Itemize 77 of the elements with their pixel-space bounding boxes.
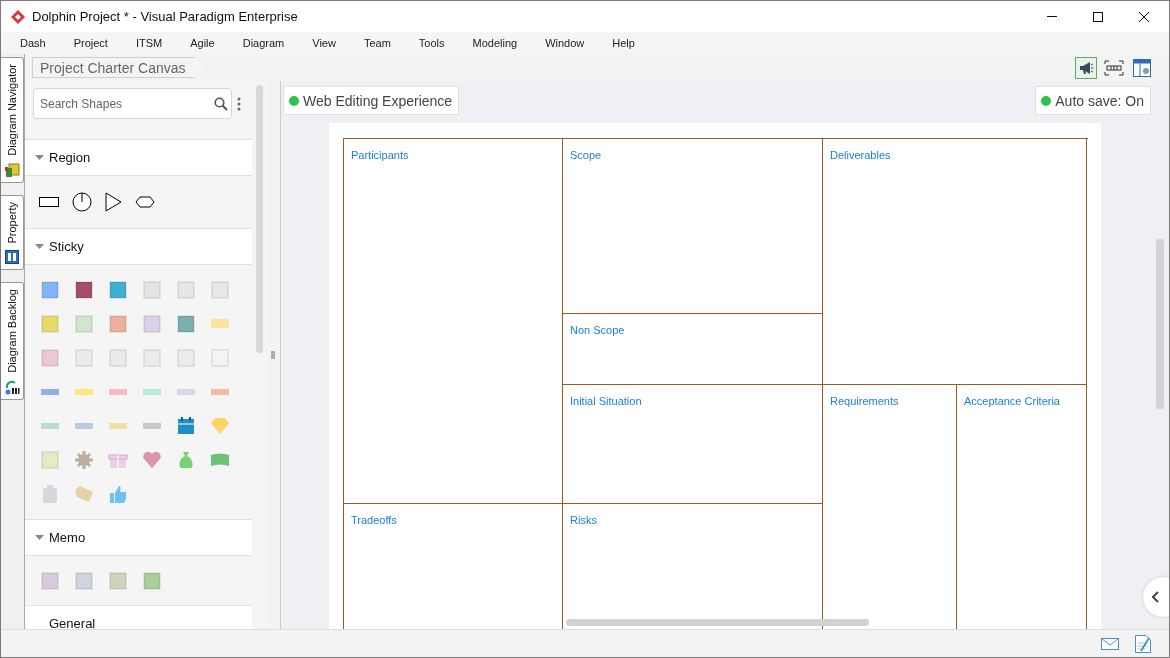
- menu-item[interactable]: View: [312, 37, 336, 49]
- section-title[interactable]: General: [49, 616, 96, 629]
- gear-icon[interactable]: [74, 450, 94, 470]
- status-dot-icon: [1041, 95, 1052, 106]
- property-sheet-icon: [4, 249, 20, 266]
- diagram-stack-icon: [4, 161, 20, 178]
- auto-save-badge[interactable]: Auto save: On: [1035, 86, 1151, 115]
- section-title[interactable]: Memo: [49, 530, 86, 545]
- web-editing-badge[interactable]: Web Editing Experience: [283, 86, 460, 115]
- block-title: Participants: [351, 149, 409, 161]
- side-tab[interactable]: Diagram Navigator: [1, 57, 24, 183]
- canvas-block[interactable]: Deliverables: [823, 139, 1087, 385]
- clipboard-icon[interactable]: [40, 484, 60, 504]
- menu-item[interactable]: Diagram: [242, 37, 285, 49]
- block-title: Tradeoffs: [351, 514, 397, 526]
- tag-icon[interactable]: [74, 484, 94, 504]
- diamond-icon[interactable]: [210, 416, 230, 436]
- vertical-scrollbar[interactable]: [1156, 239, 1164, 409]
- sticky-note-icon[interactable]: [108, 280, 128, 300]
- hexagon-shape-icon[interactable]: [135, 196, 155, 208]
- note-edit-icon[interactable]: [1135, 634, 1151, 653]
- canvas-block[interactable]: Participants: [344, 139, 563, 504]
- frame-icon: [1104, 59, 1124, 76]
- scrollbar-thumb[interactable]: [255, 85, 263, 353]
- close-icon: [1138, 10, 1150, 23]
- rectangle-shape-icon[interactable]: [39, 197, 59, 207]
- block-title: Scope: [570, 149, 602, 161]
- canvas-block[interactable]: Non Scope: [563, 314, 823, 385]
- heart-icon[interactable]: [142, 450, 162, 470]
- block-title: Deliverables: [830, 149, 891, 161]
- menu-item[interactable]: Tools: [418, 37, 445, 49]
- block-title: Requirements: [830, 395, 899, 407]
- side-tab[interactable]: Property: [1, 194, 24, 271]
- mail-icon[interactable]: [1101, 637, 1119, 650]
- megaphone-icon: [1078, 59, 1094, 76]
- side-tab[interactable]: Diagram Backlog: [1, 282, 24, 401]
- menu-item[interactable]: Help: [612, 37, 635, 49]
- section-title[interactable]: Sticky: [49, 239, 84, 254]
- calendar-icon[interactable]: [176, 416, 196, 436]
- block-title: Risks: [570, 514, 597, 526]
- status-dot-icon: [289, 95, 299, 106]
- breadcrumb[interactable]: Project Charter Canvas: [32, 57, 205, 78]
- menu-item[interactable]: Team: [363, 37, 391, 49]
- horizontal-scrollbar[interactable]: [566, 619, 869, 626]
- collapse-arrow-icon[interactable]: [35, 244, 44, 249]
- chevron-left-icon: [1152, 591, 1159, 603]
- collapse-arrow-icon[interactable]: [35, 155, 44, 160]
- triangle-shape-icon[interactable]: [105, 192, 122, 212]
- backlog-icon: [4, 379, 20, 396]
- section-title[interactable]: Region: [49, 150, 91, 165]
- collapse-arrow-icon[interactable]: [35, 535, 44, 540]
- maximize-icon: [1092, 10, 1104, 23]
- sticky-note-icon[interactable]: [74, 280, 94, 300]
- minimize-icon: [1047, 16, 1057, 17]
- menu-item[interactable]: Project: [73, 37, 108, 49]
- search-icon[interactable]: [214, 97, 228, 111]
- search-field[interactable]: Search Shapes: [33, 88, 232, 119]
- menu-item[interactable]: Modeling: [472, 37, 518, 49]
- thumbs-up-icon[interactable]: [108, 484, 128, 504]
- announcement-button[interactable]: [1075, 56, 1097, 79]
- more-options-icon[interactable]: [237, 96, 241, 111]
- block-title: Acceptance Criteria: [964, 395, 1060, 407]
- menu-item[interactable]: ITSM: [135, 37, 163, 49]
- menu-item[interactable]: Agile: [190, 37, 215, 49]
- window-layout-icon: [1132, 57, 1152, 78]
- splitter-handle-icon[interactable]: [271, 351, 275, 359]
- block-title: Initial Situation: [570, 395, 642, 407]
- sticky-note-icon[interactable]: [176, 314, 196, 334]
- app-logo-icon: [10, 8, 26, 25]
- menu-item[interactable]: Dash: [20, 37, 46, 49]
- block-title: Non Scope: [570, 324, 625, 336]
- menu-item[interactable]: Window: [545, 37, 585, 49]
- circle-shape-icon[interactable]: [72, 192, 92, 212]
- window-title: Dolphin Project * - Visual Paradigm Enterprise: [32, 9, 298, 24]
- canvas-block[interactable]: Scope: [563, 139, 823, 314]
- canvas-block[interactable]: Initial Situation: [563, 385, 823, 504]
- layout-button[interactable]: [1131, 56, 1153, 79]
